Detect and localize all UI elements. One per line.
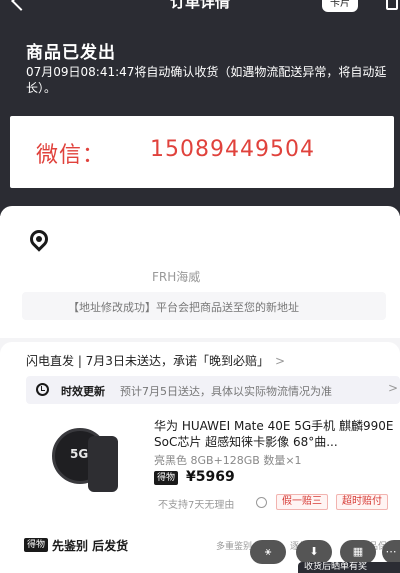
fake-compensation-tag: 假一赔三 [276, 494, 328, 510]
chevron-right-icon: > [274, 354, 286, 368]
top-navigation-bar: 订单详情 卡片 [0, 0, 400, 20]
review-reward-tip[interactable]: 收货后晒单有奖 [298, 562, 400, 573]
product-title[interactable]: 华为 HUAWEI Mate 40E 5G手机 麒麟990E SoC芯片 超感知… [154, 418, 394, 450]
info-icon[interactable] [256, 497, 267, 508]
timely-update-title: 时效更新 [61, 385, 105, 398]
float-share-button[interactable]: ⚹ [250, 540, 286, 564]
float-more-button[interactable]: ⋯ [382, 540, 400, 564]
address-notice-text: 【地址修改成功】平台会把商品送至您的新地址 [68, 301, 299, 314]
recipient-name: FRH海威 [152, 270, 201, 284]
phone-body [88, 436, 118, 492]
product-price: ¥5969 [186, 469, 235, 485]
float-grid-button[interactable]: ▦ [340, 540, 376, 564]
chevron-right-icon: > [388, 381, 399, 395]
flash-delivery-text: 闪电直发 | 7月3日未送达，承诺「晚到必赔」 [26, 354, 269, 368]
no-refund-tag: 不支持7天无理由 [158, 500, 235, 511]
clock-icon [36, 383, 49, 396]
card-tab[interactable]: 卡片 [322, 0, 358, 12]
phone-5g-mark: 5G [70, 447, 89, 461]
authenticate-first-text: 先鉴别 后发货 [52, 539, 129, 553]
location-pin-dot [36, 236, 42, 242]
price-badge: 得物 [154, 471, 179, 485]
flash-delivery-row[interactable]: 闪电直发 | 7月3日未送达，承诺「晚到必赔」 > [26, 352, 285, 369]
feature-multi-verify: 多重鉴别 [216, 542, 253, 552]
late-compensation-tag: 超时赔付 [336, 494, 388, 510]
order-status-title: 商品已发出 [26, 43, 116, 63]
wechat-label: 微信： [36, 143, 106, 168]
share-icon[interactable] [386, 0, 398, 10]
product-spec: 亮黑色 8GB+128GB 数量×1 [154, 454, 302, 467]
timely-update-desc: 预计7月5日送达，具体以实际物流情况为准 [120, 385, 332, 398]
float-save-button[interactable]: ⬇ [296, 540, 332, 564]
dewu-logo: 得物 [24, 538, 49, 552]
auto-confirm-notice: 07月09日08:41:47将自动确认收货（如遇物流配送异常，将自动延长）。 [26, 65, 387, 95]
wechat-number: 15089449504 [150, 137, 315, 162]
address-changed-notice: 【地址修改成功】平台会把商品送至您的新地址 [22, 292, 386, 320]
